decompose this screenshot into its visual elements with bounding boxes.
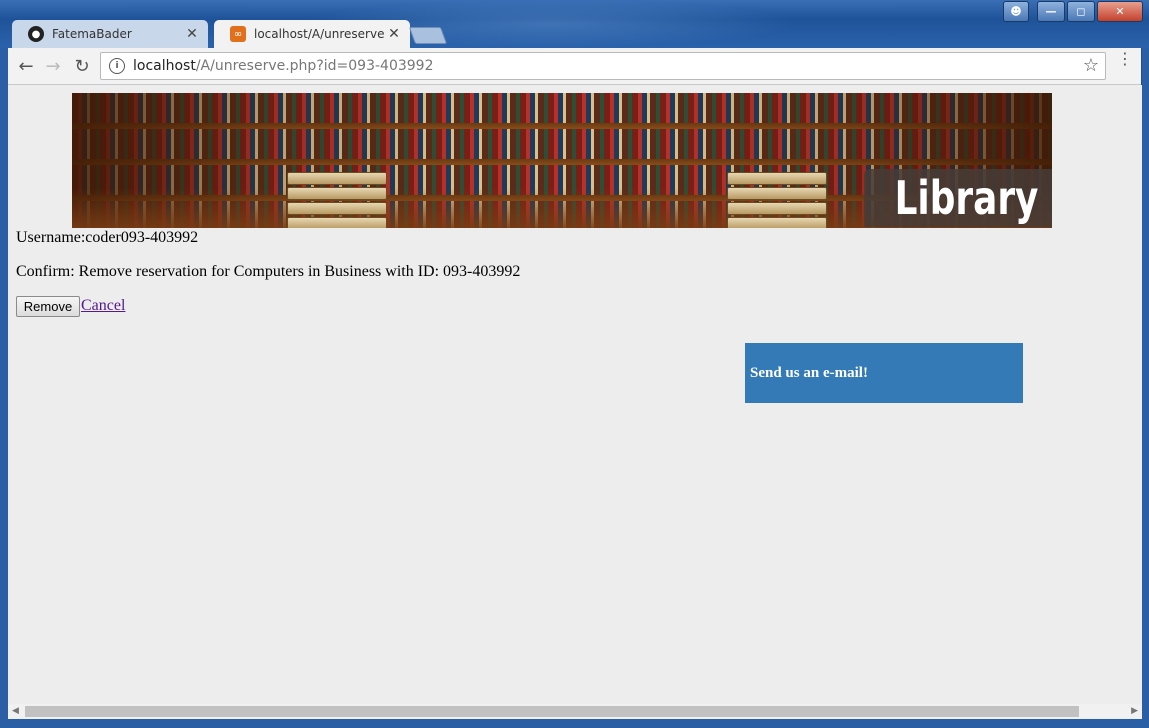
xampp-icon: ∞ bbox=[230, 26, 246, 42]
tab-localhost[interactable]: ∞ localhost/A/unreserve.ph ✕ bbox=[214, 20, 410, 48]
minimize-button[interactable]: — bbox=[1037, 1, 1065, 22]
scroll-left-icon[interactable]: ◀ bbox=[12, 706, 19, 716]
address-path: /A/unreserve.php?id=093-403992 bbox=[195, 58, 434, 74]
book-stack-icon bbox=[287, 172, 387, 228]
email-box[interactable]: Send us an e-mail! bbox=[745, 343, 1023, 403]
close-icon[interactable]: ✕ bbox=[384, 26, 404, 42]
back-arrow-icon[interactable]: ← bbox=[14, 54, 38, 78]
library-banner-image: Library bbox=[72, 93, 1052, 228]
horizontal-scrollbar[interactable]: ◀ ▶ bbox=[8, 704, 1142, 719]
email-link-text[interactable]: Send us an e-mail! bbox=[750, 365, 868, 382]
address-bar[interactable]: i localhost/A/unreserve.php?id=093-40399… bbox=[100, 52, 1106, 80]
page-viewport: Library Username:coder093-403992 Confirm… bbox=[8, 85, 1142, 704]
info-icon[interactable]: i bbox=[109, 58, 125, 74]
browser-toolbar: ← → ↻ i localhost/A/unreserve.php?id=093… bbox=[8, 48, 1141, 85]
window-frame-bottom bbox=[0, 719, 1149, 728]
reload-icon[interactable]: ↻ bbox=[70, 54, 94, 78]
book-stack-icon bbox=[727, 172, 827, 228]
banner-title: Library bbox=[894, 171, 1038, 225]
tab-label: FatemaBader bbox=[52, 27, 132, 41]
maximize-button[interactable]: ◻ bbox=[1067, 1, 1095, 22]
confirm-text: Confirm: Remove reservation for Computer… bbox=[16, 263, 521, 280]
username-text: Username:coder093-403992 bbox=[16, 229, 199, 246]
tab-github[interactable]: ● FatemaBader ✕ bbox=[12, 20, 208, 48]
window-frame-left bbox=[0, 48, 8, 719]
scroll-right-icon[interactable]: ▶ bbox=[1131, 706, 1138, 716]
window-frame-right bbox=[1142, 48, 1149, 719]
menu-dots-icon[interactable]: ⋮ bbox=[1117, 51, 1133, 67]
github-icon: ● bbox=[28, 26, 44, 42]
close-window-button[interactable]: ✕ bbox=[1097, 1, 1143, 22]
address-host: localhost bbox=[133, 58, 196, 74]
forward-arrow-icon[interactable]: → bbox=[41, 54, 65, 78]
window-controls: ☻ — ◻ ✕ bbox=[1003, 1, 1143, 22]
new-tab-button[interactable] bbox=[408, 27, 448, 44]
cancel-link[interactable]: Cancel bbox=[81, 297, 125, 315]
profile-icon[interactable]: ☻ bbox=[1003, 1, 1029, 22]
tab-label: localhost/A/unreserve.ph bbox=[254, 27, 384, 41]
bookmark-star-icon[interactable]: ☆ bbox=[1083, 55, 1099, 76]
remove-button[interactable]: Remove bbox=[16, 296, 80, 317]
close-icon[interactable]: ✕ bbox=[182, 26, 202, 42]
scrollbar-thumb[interactable] bbox=[25, 706, 1079, 717]
